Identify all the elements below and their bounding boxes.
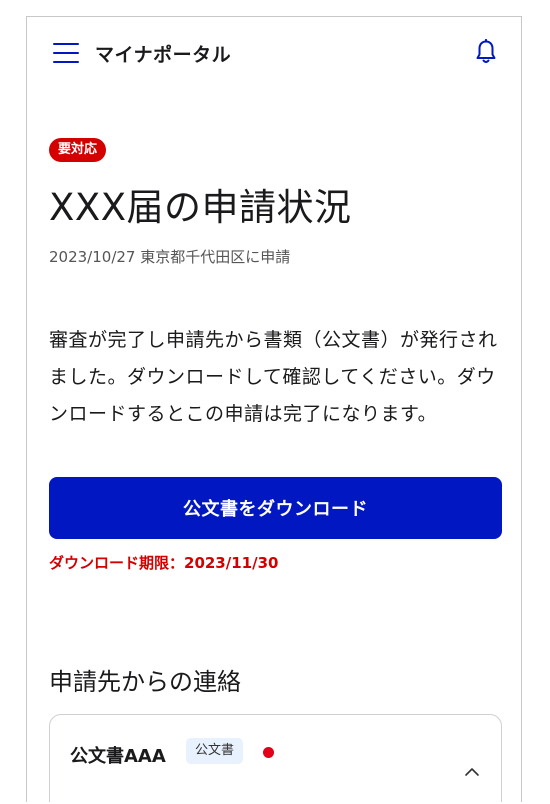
download-document-button[interactable]: 公文書をダウンロード	[49, 477, 502, 539]
page-title: XXX届の申請状況	[49, 186, 352, 229]
contact-card[interactable]: 公文書AAA 公文書	[49, 714, 502, 802]
hamburger-menu-icon[interactable]	[53, 43, 79, 63]
status-badge: 要対応	[49, 138, 107, 162]
download-deadline: ダウンロード期限：2023/11/30	[49, 554, 279, 572]
unread-indicator	[263, 747, 274, 758]
status-message: 審査が完了し申請先から書類（公文書）が発行されました。ダウンロードして確認してく…	[49, 329, 498, 425]
phone-screen: マイナポータル 要対応 XXX届の申請状況 2023/10/27 東京都千代田区…	[26, 16, 522, 802]
app-title[interactable]: マイナポータル	[95, 40, 231, 67]
app-header: マイナポータル	[27, 17, 521, 87]
document-type-tag: 公文書	[186, 738, 244, 764]
bell-icon[interactable]	[475, 38, 497, 65]
chevron-up-icon[interactable]	[464, 763, 480, 776]
application-date-location: 2023/10/27 東京都千代田区に申請	[49, 248, 291, 266]
contacts-section-title: 申請先からの連絡	[49, 668, 241, 696]
contact-card-title: 公文書AAA	[70, 746, 166, 767]
